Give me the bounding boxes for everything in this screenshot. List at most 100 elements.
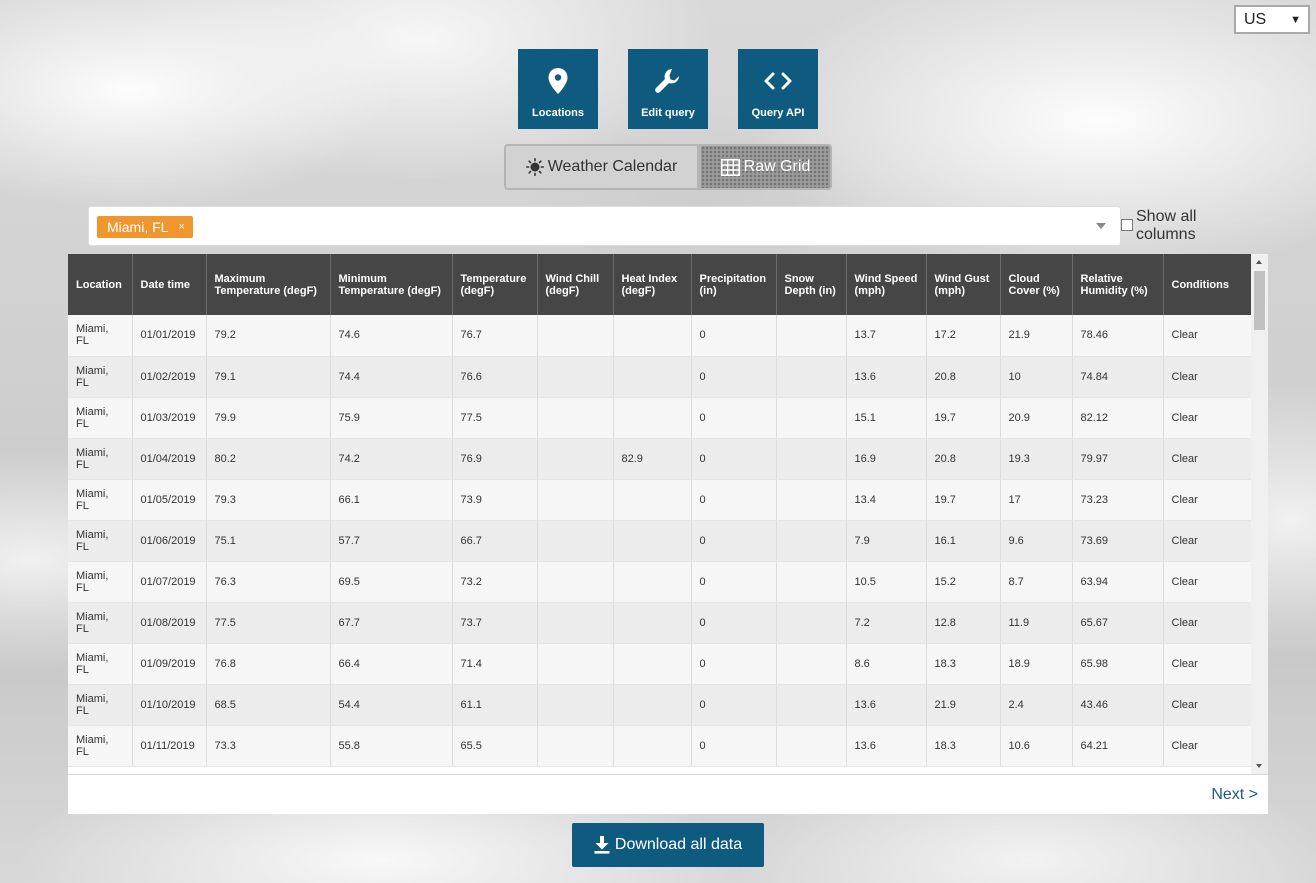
table-cell: 71.4 (452, 643, 538, 685)
table-row: Miami, FL 01/03/2019 79.9 75.9 77.5 0 15.1 19.7… (68, 397, 1252, 439)
table-cell: 65.98 (1072, 643, 1164, 685)
table-cell: 17 (1000, 479, 1073, 521)
next-page-link[interactable]: Next > (1211, 786, 1258, 804)
table-cell: 66.7 (452, 520, 538, 562)
column-header[interactable]: Date time (132, 254, 207, 315)
location-tag: Miami, FL × (97, 216, 193, 238)
scroll-down-icon[interactable] (1256, 764, 1262, 768)
location-select[interactable]: Miami, FL × (88, 206, 1121, 246)
table-cell: 64.21 (1072, 725, 1164, 767)
scroll-up-icon[interactable] (1256, 260, 1262, 264)
table-row: Miami, FL 01/04/2019 80.2 74.2 76.9 82.9 0 16.9… (68, 438, 1252, 480)
table-cell: 54.4 (330, 684, 453, 726)
table-cell: 76.6 (452, 356, 538, 398)
table-cell: 76.3 (206, 561, 331, 603)
table-row: Miami, FL 01/07/2019 76.3 69.5 73.2 0 10.5 15.2… (68, 561, 1252, 603)
table-cell (537, 438, 614, 480)
edit-query-button[interactable]: Edit query (628, 49, 708, 129)
table-cell: 82.9 (613, 438, 692, 480)
weather-calendar-tab[interactable]: Weather Calendar (504, 144, 699, 190)
column-header[interactable]: Wind Gust (mph) (926, 254, 1001, 315)
table-cell: 21.9 (926, 684, 1001, 726)
column-header[interactable]: Relative Humidity (%) (1072, 254, 1164, 315)
table-cell: 7.9 (846, 520, 927, 562)
remove-tag-icon[interactable]: × (178, 221, 184, 233)
table-cell: 43.46 (1072, 684, 1164, 726)
table-cell: Clear (1163, 561, 1252, 603)
column-header[interactable]: Snow Depth (in) (776, 254, 847, 315)
table-cell: Clear (1163, 397, 1252, 439)
table-cell: 8.6 (846, 643, 927, 685)
location-tag-label: Miami, FL (107, 219, 169, 235)
table-cell: Clear (1163, 479, 1252, 521)
query-api-label: Query API (751, 107, 805, 119)
table-cell: Miami, FL (68, 602, 133, 644)
table-cell: 77.5 (452, 397, 538, 439)
table-cell: 0 (691, 520, 777, 562)
table-cell: Clear (1163, 725, 1252, 767)
raw-grid-tab[interactable]: Raw Grid (699, 144, 832, 190)
table-cell (537, 479, 614, 521)
column-header[interactable]: Wind Speed (mph) (846, 254, 927, 315)
table-cell: 21.9 (1000, 315, 1073, 357)
table-cell: 01/09/2019 (132, 643, 207, 685)
table-cell: 73.2 (452, 561, 538, 603)
download-all-data-label: Download all data (614, 836, 743, 853)
edit-query-label: Edit query (641, 107, 695, 119)
table-cell: 0 (691, 725, 777, 767)
table-cell: 0 (691, 397, 777, 439)
column-header[interactable]: Conditions (1163, 254, 1252, 315)
table-cell (776, 684, 847, 726)
download-all-data-button[interactable]: Download all data (572, 823, 764, 867)
table-cell: 79.97 (1072, 438, 1164, 480)
table-cell: 18.9 (1000, 643, 1073, 685)
table-cell: 73.9 (452, 479, 538, 521)
table-cell: 16.9 (846, 438, 927, 480)
column-header[interactable]: Location (68, 254, 133, 315)
column-header[interactable]: Maximum Temperature (degF) (206, 254, 331, 315)
table-cell: 65.67 (1072, 602, 1164, 644)
table-cell (537, 315, 614, 357)
table-cell: Clear (1163, 602, 1252, 644)
grid-icon (720, 158, 740, 176)
table-cell: 73.7 (452, 602, 538, 644)
locations-label: Locations (532, 107, 584, 119)
dropdown-caret-icon[interactable] (1096, 223, 1106, 229)
table-cell (537, 397, 614, 439)
table-cell (776, 397, 847, 439)
table-row: Miami, FL 01/10/2019 68.5 54.4 61.1 0 13.6 21.9… (68, 684, 1252, 726)
table-cell: 13.7 (846, 315, 927, 357)
column-header[interactable]: Temperature (degF) (452, 254, 538, 315)
table-cell: 77.5 (206, 602, 331, 644)
column-header[interactable]: Wind Chill (degF) (537, 254, 614, 315)
units-select[interactable]: US ▼ (1234, 5, 1310, 34)
query-api-button[interactable]: Query API (738, 49, 818, 129)
table-cell: 01/03/2019 (132, 397, 207, 439)
table-cell: 20.9 (1000, 397, 1073, 439)
table-cell: 01/11/2019 (132, 725, 207, 767)
show-all-columns-checkbox[interactable] (1121, 219, 1133, 231)
table-cell: 01/01/2019 (132, 315, 207, 357)
table-cell (776, 561, 847, 603)
table-cell: 01/02/2019 (132, 356, 207, 398)
column-header[interactable]: Minimum Temperature (degF) (330, 254, 453, 315)
locations-button[interactable]: Locations (518, 49, 598, 129)
table-cell (776, 520, 847, 562)
show-all-columns-toggle[interactable]: Show all columns (1121, 208, 1206, 244)
table-cell: 74.2 (330, 438, 453, 480)
data-table: Location Date time Maximum Temperature (de… (68, 254, 1252, 767)
table-cell: 67.7 (330, 602, 453, 644)
table-cell: Clear (1163, 356, 1252, 398)
data-grid-panel: Location Date time Maximum Temperature (de… (68, 254, 1268, 814)
table-cell: 13.6 (846, 356, 927, 398)
table-cell: 2.4 (1000, 684, 1073, 726)
table-cell: 19.7 (926, 397, 1001, 439)
column-header[interactable]: Precipitation (in) (691, 254, 777, 315)
table-cell: 75.1 (206, 520, 331, 562)
column-header[interactable]: Heat Index (degF) (613, 254, 692, 315)
column-header[interactable]: Cloud Cover (%) (1000, 254, 1073, 315)
scrollbar-thumb[interactable] (1254, 271, 1265, 330)
table-cell: 73.69 (1072, 520, 1164, 562)
table-cell: 18.3 (926, 643, 1001, 685)
grid-scrollbar[interactable] (1251, 254, 1268, 774)
